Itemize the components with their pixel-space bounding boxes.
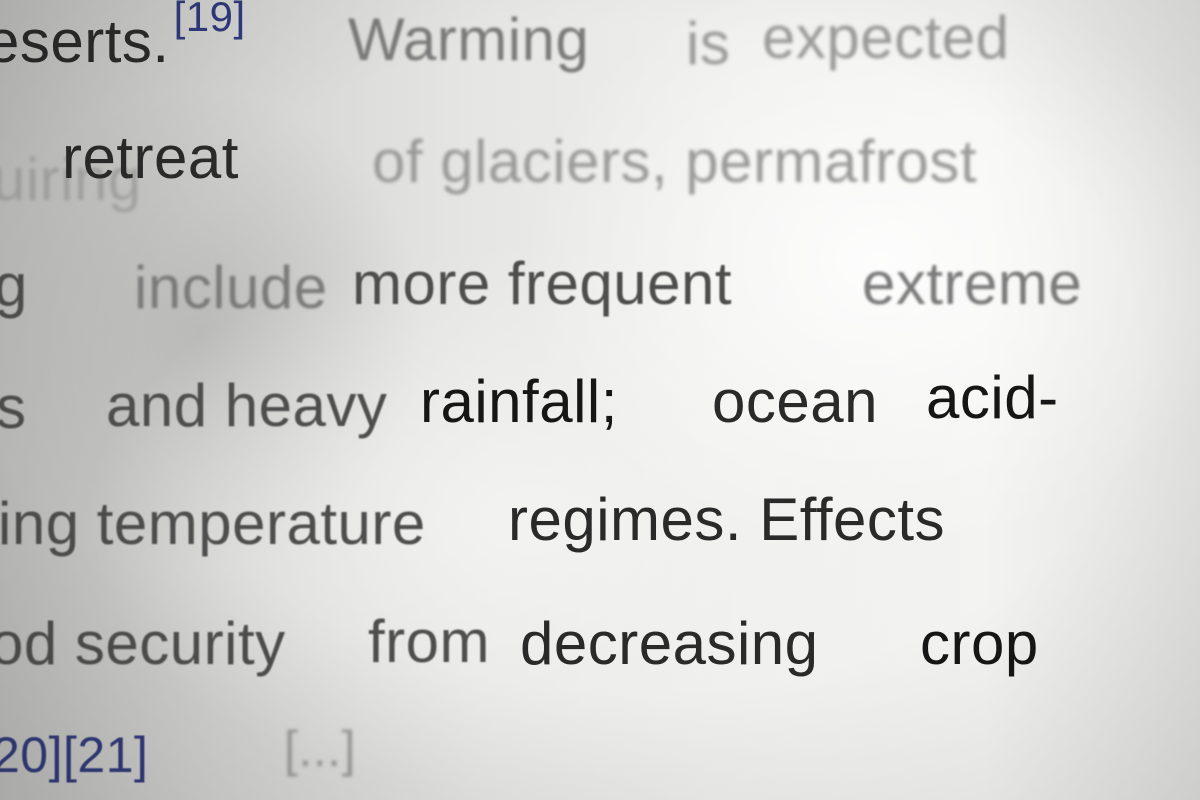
word-g: g — [0, 252, 28, 319]
phrase-regimes-effects: regimes. Effects — [508, 486, 946, 553]
word-s: s — [0, 374, 27, 441]
phrase-more-frequent: more frequent — [352, 250, 733, 317]
word-from: from — [368, 608, 490, 675]
ellipsis-bracket: [...] — [284, 721, 356, 777]
word-ocean: ocean — [712, 368, 878, 435]
word-is: is — [686, 10, 731, 77]
word-expected: expected — [762, 4, 1010, 71]
word-extreme: extreme — [862, 250, 1083, 317]
word-rainfall: rainfall; — [420, 368, 618, 435]
word-eserts: eserts.[19] — [0, 0, 246, 72]
citations-20-21: 20][21] — [0, 727, 149, 783]
word-decreasing: decreasing — [520, 610, 819, 677]
phrase-of-glaciers-permafrost: of glaciers, permafrost — [372, 128, 978, 195]
word-include: include — [134, 254, 328, 321]
word-crop: crop — [920, 610, 1039, 677]
word-retreat: retreat — [62, 124, 239, 191]
citation-19: [19] — [173, 0, 246, 40]
phrase-and-heavy: and heavy — [106, 372, 388, 439]
photo-of-printed-page: eserts.[19] Warming is expected uiring r… — [0, 0, 1200, 800]
phrase-ing-temperature: ing temperature — [0, 490, 426, 557]
word-warming: Warming — [348, 6, 590, 73]
word-acid: acid- — [926, 364, 1059, 431]
phrase-od-security: od security — [0, 610, 286, 677]
